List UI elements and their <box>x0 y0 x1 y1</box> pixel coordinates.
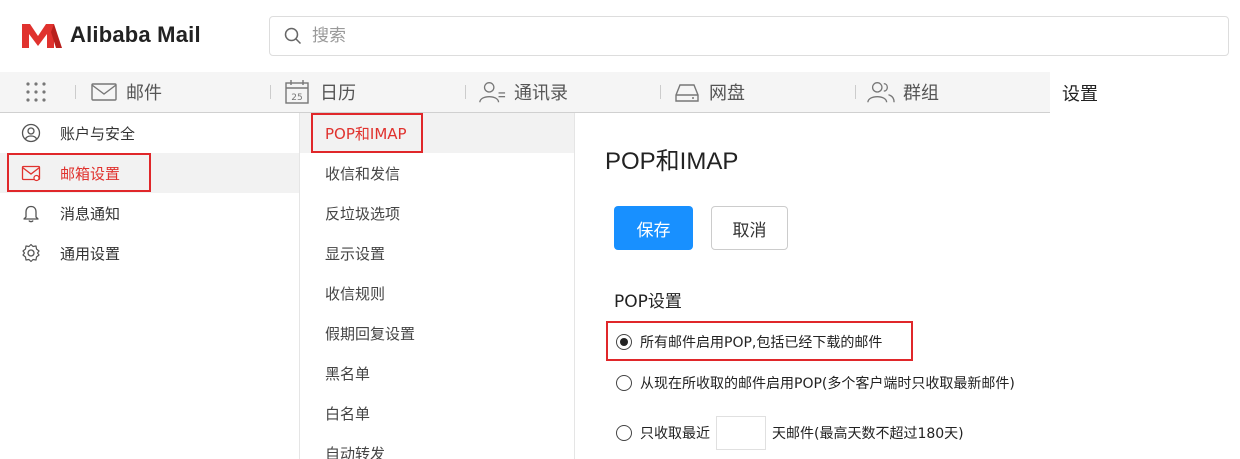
mail-icon <box>91 83 117 101</box>
sidebar-item-label: 账户与安全 <box>60 124 136 143</box>
submenu-item-anti-spam[interactable]: 反垃圾选项 <box>300 193 574 233</box>
nav-divider <box>855 85 856 99</box>
nav-item-calendar[interactable]: 25 日历 <box>284 72 356 112</box>
radio-button[interactable] <box>616 334 632 350</box>
gear-icon <box>22 243 40 263</box>
radio-option-all-mail[interactable]: 所有邮件启用POP,包括已经下载的邮件 <box>616 332 882 352</box>
brand-name: Alibaba Mail <box>70 22 201 47</box>
alibaba-mail-logo-icon <box>22 24 62 48</box>
bell-icon <box>23 205 39 223</box>
nav-item-mail[interactable]: 邮件 <box>90 72 162 112</box>
user-icon <box>21 123 41 143</box>
radio-button[interactable] <box>616 375 632 391</box>
submenu-item-whitelist[interactable]: 白名单 <box>300 393 574 433</box>
mailbox-settings-menu: POP和IMAP 收信和发信 反垃圾选项 显示设置 收信规则 假期回复设置 黑名… <box>300 113 575 459</box>
apps-grid-icon[interactable] <box>25 81 47 103</box>
search-box[interactable] <box>269 16 1229 56</box>
nav-item-label: 邮件 <box>126 83 162 104</box>
nav-divider <box>660 85 661 99</box>
submenu-item-blacklist[interactable]: 黑名单 <box>300 353 574 393</box>
app-header: Alibaba Mail <box>0 0 1240 72</box>
submenu-item-pop-imap[interactable]: POP和IMAP <box>300 113 574 153</box>
nav-item-contacts[interactable]: 通讯录 <box>478 72 568 112</box>
nav-item-label: 设置 <box>1062 83 1098 105</box>
drive-icon <box>675 84 699 102</box>
pop-section-title: POP设置 <box>614 292 682 312</box>
radio-button[interactable] <box>616 425 632 441</box>
nav-item-label: 通讯录 <box>514 83 568 104</box>
contacts-icon <box>479 82 506 103</box>
nav-divider <box>465 85 466 99</box>
sidebar-item-label: 通用设置 <box>60 244 121 263</box>
nav-item-settings[interactable]: 设置 <box>1050 72 1240 113</box>
submenu-item-display[interactable]: 显示设置 <box>300 233 574 273</box>
main-nav: 邮件 25 日历 通讯录 网盘 群组 设置 <box>0 72 1240 113</box>
submenu-item-receive-send[interactable]: 收信和发信 <box>300 153 574 193</box>
search-icon <box>284 27 302 45</box>
mailbox-settings-icon <box>21 165 41 182</box>
submenu-item-vacation-reply[interactable]: 假期回复设置 <box>300 313 574 353</box>
group-icon <box>867 82 895 103</box>
page-title: POP和IMAP <box>605 148 739 175</box>
cancel-button[interactable]: 取消 <box>711 206 788 250</box>
radio-label: 所有邮件启用POP,包括已经下载的邮件 <box>640 335 883 351</box>
radio-option-new-mail[interactable]: 从现在所收取的邮件启用POP(多个客户端时只收取最新邮件) <box>616 373 1015 393</box>
sidebar-item-label: 消息通知 <box>60 204 121 223</box>
logo[interactable]: Alibaba Mail <box>20 20 201 50</box>
search-input[interactable] <box>312 26 1112 46</box>
sidebar-item-mailbox-settings[interactable]: 邮箱设置 <box>0 153 299 193</box>
submenu-item-inbox-rules[interactable]: 收信规则 <box>300 273 574 313</box>
calendar-icon: 25 <box>285 80 309 104</box>
radio-label-suffix: 天邮件(最高天数不超过180天) <box>772 426 964 442</box>
sidebar-item-notifications[interactable]: 消息通知 <box>0 193 299 233</box>
calendar-day: 25 <box>291 93 302 103</box>
nav-divider <box>270 85 271 99</box>
sidebar-item-label: 邮箱设置 <box>60 164 121 183</box>
pop-imap-panel: POP和IMAP 保存 取消 POP设置 所有邮件启用POP,包括已经下载的邮件… <box>576 113 1240 459</box>
radio-label: 从现在所收取的邮件启用POP(多个客户端时只收取最新邮件) <box>640 376 1015 392</box>
sidebar-item-account-security[interactable]: 账户与安全 <box>0 113 299 153</box>
radio-option-recent-days[interactable]: 只收取最近 天邮件(最高天数不超过180天) <box>616 416 964 450</box>
nav-divider <box>75 85 76 99</box>
settings-sidebar: 账户与安全 邮箱设置 消息通知 通用设置 <box>0 113 300 459</box>
sidebar-item-general-settings[interactable]: 通用设置 <box>0 233 299 273</box>
days-input[interactable] <box>716 416 766 450</box>
save-button[interactable]: 保存 <box>614 206 693 250</box>
nav-item-drive[interactable]: 网盘 <box>673 72 745 112</box>
nav-item-label: 日历 <box>320 83 356 104</box>
submenu-item-auto-forward[interactable]: 自动转发 <box>300 433 574 459</box>
nav-item-label: 网盘 <box>709 83 745 104</box>
radio-label-prefix: 只收取最近 <box>640 426 710 442</box>
nav-item-label: 群组 <box>903 83 939 104</box>
nav-item-groups[interactable]: 群组 <box>867 72 939 112</box>
